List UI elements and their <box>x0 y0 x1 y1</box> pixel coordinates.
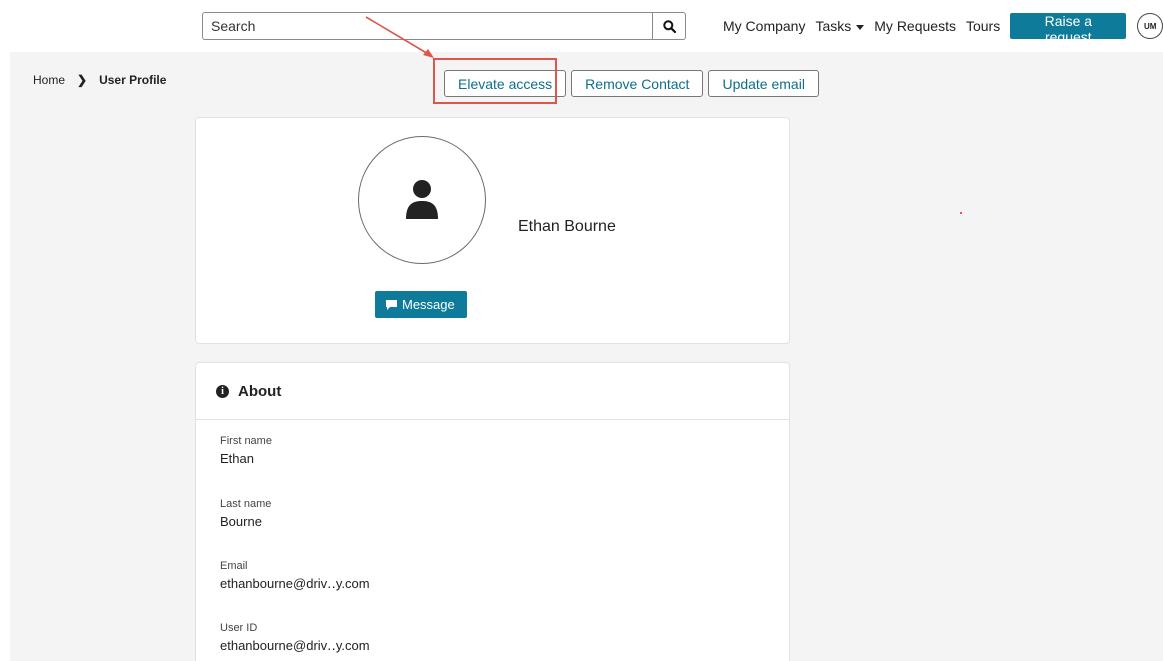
main-nav: My Company Tasks My Requests Tours Raise… <box>723 12 1163 45</box>
comment-icon <box>386 299 397 310</box>
chevron-down-icon <box>856 24 865 30</box>
profile-actions: Elevate access Remove Contact Update ema… <box>444 70 824 97</box>
field-last-name: Last name Bourne <box>220 498 271 529</box>
breadcrumb: Home ❯ User Profile <box>33 73 166 87</box>
field-value: ethanbourne@driv․․y.com <box>220 576 370 591</box>
elevate-access-button[interactable]: Elevate access <box>444 70 567 97</box>
breadcrumb-current: User Profile <box>99 73 167 87</box>
profile-card: Ethan Bourne Message <box>195 117 790 344</box>
top-bar: My Company Tasks My Requests Tours Raise… <box>0 0 1163 52</box>
search-bar <box>202 12 686 40</box>
message-button[interactable]: Message <box>375 291 467 318</box>
field-value: ethanbourne@driv․․y.com <box>220 638 370 653</box>
field-user-id: User ID ethanbourne@driv․․y.com <box>220 622 370 654</box>
breadcrumb-home[interactable]: Home <box>33 73 65 87</box>
nav-my-requests[interactable]: My Requests <box>874 18 956 34</box>
user-icon <box>406 180 438 219</box>
search-input[interactable] <box>202 12 652 40</box>
field-first-name: First name Ethan <box>220 435 272 466</box>
nav-tours[interactable]: Tours <box>966 18 1000 34</box>
field-label: User ID <box>220 622 258 634</box>
about-title: About <box>238 382 282 400</box>
search-icon <box>662 19 676 33</box>
raise-request-button[interactable]: Raise a request <box>1010 13 1127 45</box>
search-button[interactable] <box>652 12 686 40</box>
chevron-right-icon: ❯ <box>77 73 88 87</box>
profile-avatar <box>358 136 486 264</box>
remove-contact-button[interactable]: Remove Contact <box>571 70 704 97</box>
nav-tasks-label: Tasks <box>815 18 852 34</box>
field-label: Email <box>220 560 248 572</box>
field-label: First name <box>220 435 272 447</box>
about-card: i About First name Ethan Last name Bourn… <box>195 362 790 661</box>
message-button-label: Message <box>402 297 455 312</box>
nav-tasks[interactable]: Tasks <box>815 18 865 34</box>
about-header: i About <box>196 363 789 420</box>
field-label: Last name <box>220 498 272 510</box>
field-email: Email ethanbourne@driv․․y.com <box>220 560 370 592</box>
stray-mark <box>960 212 962 214</box>
nav-my-company[interactable]: My Company <box>723 18 805 34</box>
info-icon: i <box>216 384 229 398</box>
user-avatar[interactable]: UM <box>1137 13 1163 39</box>
field-value: Ethan <box>220 451 254 466</box>
field-value: Bourne <box>220 514 262 529</box>
profile-name: Ethan Bourne <box>518 218 616 235</box>
update-email-button[interactable]: Update email <box>708 70 819 97</box>
